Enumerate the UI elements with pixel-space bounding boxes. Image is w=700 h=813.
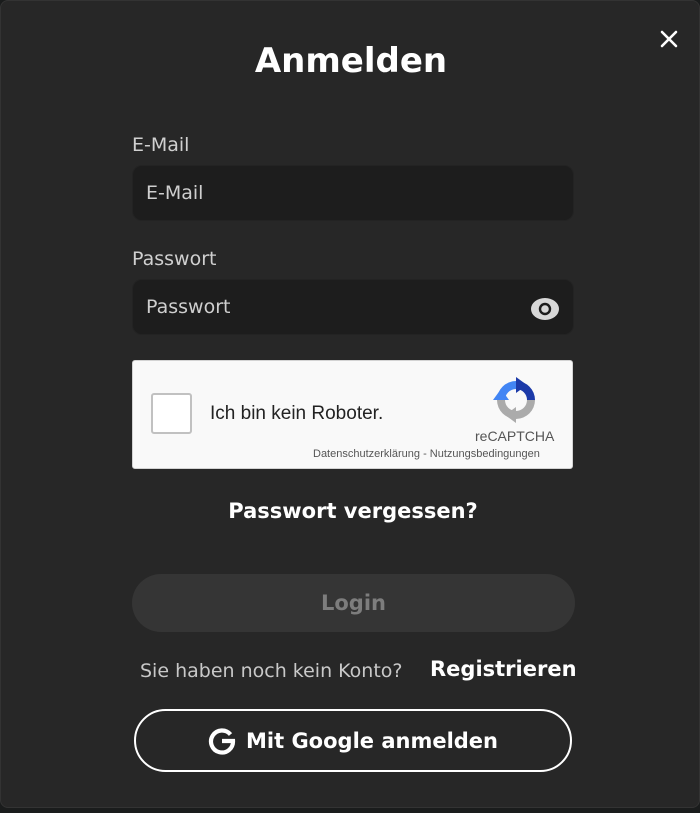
password-input[interactable] bbox=[132, 279, 574, 335]
recaptcha-widget: Ich bin kein Roboter. reCAPTCHA Datensch… bbox=[132, 360, 573, 469]
recaptcha-privacy-link[interactable]: Datenschutzerklärung bbox=[313, 448, 420, 460]
register-link[interactable]: Registrieren bbox=[430, 657, 577, 681]
google-signin-label: Mit Google anmelden bbox=[246, 728, 498, 753]
show-password-button[interactable] bbox=[529, 293, 561, 325]
recaptcha-label: Ich bin kein Roboter. bbox=[210, 403, 384, 424]
recaptcha-brand: reCAPTCHA bbox=[475, 428, 555, 444]
signup-prompt: Sie haben noch kein Konto? bbox=[140, 660, 403, 682]
eye-icon bbox=[531, 298, 559, 320]
google-g-icon bbox=[208, 727, 236, 755]
modal-title: Anmelden bbox=[254, 41, 448, 81]
recaptcha-checkbox[interactable] bbox=[151, 393, 192, 434]
recaptcha-separator: - bbox=[420, 448, 430, 460]
login-button[interactable]: Login bbox=[132, 574, 575, 632]
recaptcha-logo-icon bbox=[493, 377, 535, 423]
recaptcha-links: Datenschutzerklärung - Nutzungsbedingung… bbox=[313, 448, 540, 460]
login-modal: Anmelden E-Mail Passwort Ich bin kein Ro… bbox=[0, 0, 700, 808]
forgot-password-link[interactable]: Passwort vergessen? bbox=[1, 499, 700, 523]
email-label: E-Mail bbox=[132, 134, 190, 156]
password-label: Passwort bbox=[132, 248, 217, 270]
recaptcha-terms-link[interactable]: Nutzungsbedingungen bbox=[430, 448, 540, 460]
google-signin-button[interactable]: Mit Google anmelden bbox=[134, 709, 572, 772]
email-input[interactable] bbox=[132, 165, 574, 221]
